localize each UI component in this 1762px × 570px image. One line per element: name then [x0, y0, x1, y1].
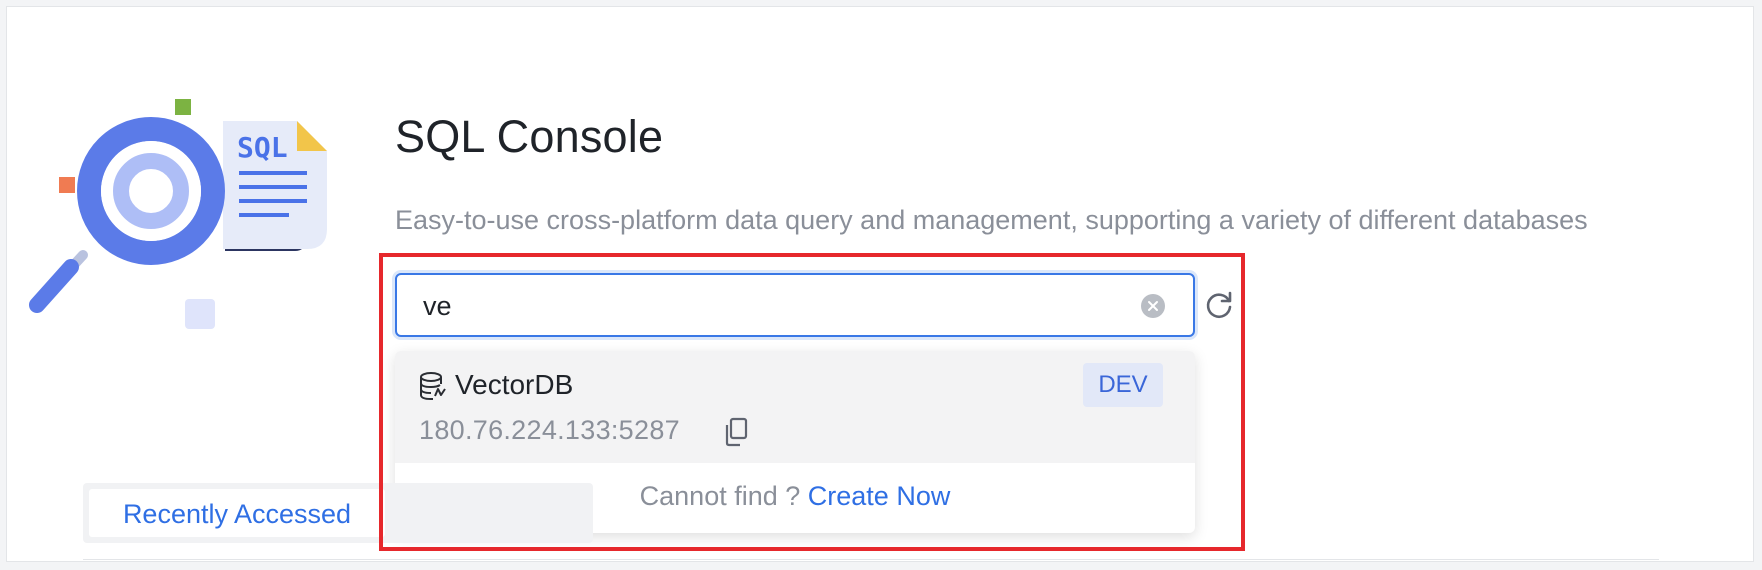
datasource-name: VectorDB — [455, 369, 574, 400]
tabs-bar: Recently Accessed — [83, 483, 593, 543]
tab-recently-accessed[interactable]: Recently Accessed — [89, 489, 385, 537]
divider — [83, 559, 1659, 560]
create-now-link[interactable]: Create Now — [808, 481, 951, 511]
magnifier-document-illustration: SQL — [29, 99, 327, 329]
datasource-address: 180.76.224.133:5287 — [419, 415, 680, 445]
datasource-option[interactable]: VectorDB 180.76.224.133:5287 DEV — [395, 351, 1195, 463]
env-tag: DEV — [1083, 363, 1163, 407]
database-icon — [420, 372, 446, 400]
page-title: SQL Console — [395, 111, 664, 162]
refresh-icon[interactable] — [1203, 289, 1235, 321]
page-subtitle: Easy-to-use cross-platform data query an… — [395, 205, 1588, 235]
search-input[interactable] — [421, 275, 1105, 337]
copy-icon[interactable] — [723, 417, 749, 447]
datasource-search-box[interactable] — [395, 273, 1195, 337]
clear-circle-icon[interactable] — [1141, 294, 1165, 318]
cannot-find-text: Cannot find ? — [639, 481, 801, 511]
sql-console-card: SQL SQL Console Easy-to-use cross-platfo… — [6, 6, 1754, 562]
illustration-sql-label: SQL — [237, 131, 288, 164]
